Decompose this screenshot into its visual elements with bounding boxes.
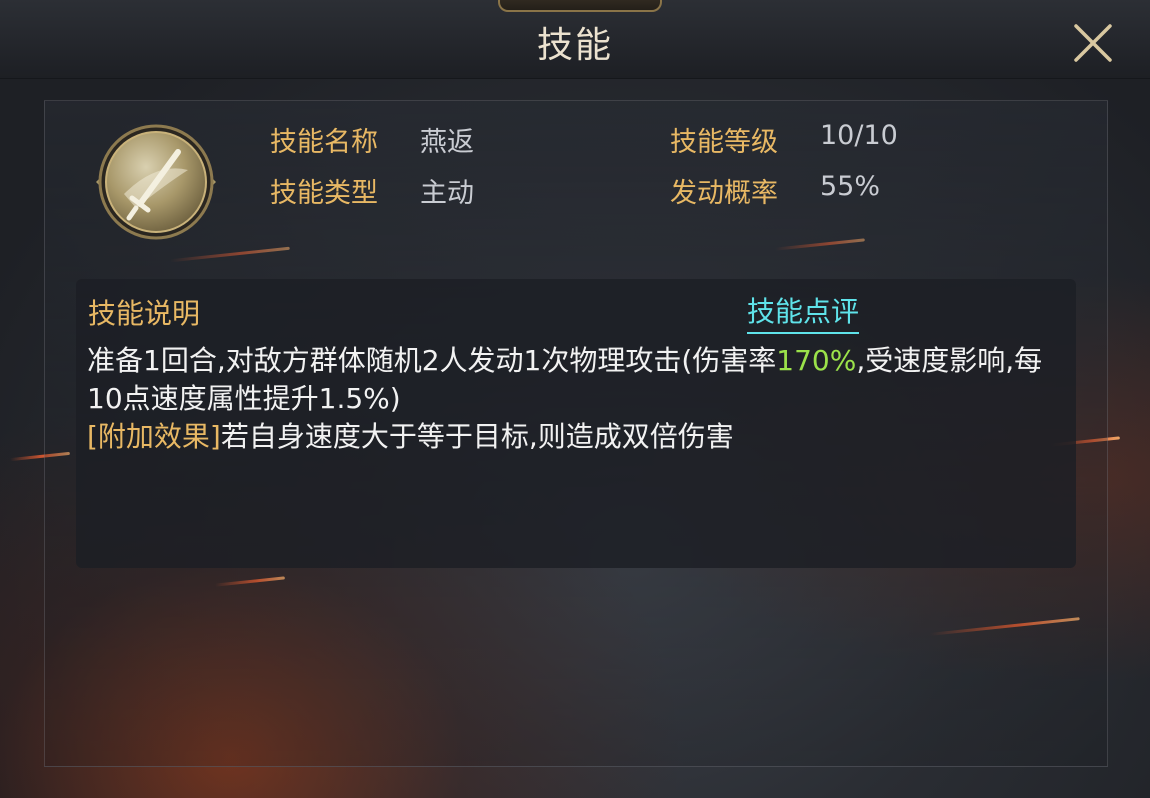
sword-icon: [96, 124, 216, 240]
skill-type-label: 技能类型: [270, 178, 378, 209]
skill-level-value: 10/10: [820, 120, 898, 151]
title-ornament: [498, 0, 662, 12]
skill-review-link[interactable]: 技能点评: [747, 290, 860, 334]
skill-description: 准备1回合,对敌方群体随机2人发动1次物理攻击(伤害率170%,受速度影响,每1…: [87, 342, 1047, 456]
skill-type-value: 主动: [420, 178, 474, 209]
skill-name-label: 技能名称: [270, 127, 378, 158]
page-title: 技能: [536, 25, 613, 66]
skill-name-value: 燕返: [420, 127, 474, 158]
skill-level-label: 技能等级: [670, 127, 778, 158]
description-text: 准备1回合,对敌方群体随机2人发动1次物理攻击(伤害率: [87, 344, 777, 377]
close-button[interactable]: [1068, 18, 1118, 68]
skill-emblem: [96, 122, 216, 242]
title-bar: 技能: [0, 0, 1150, 79]
extra-effect-text: 若自身速度大于等于目标,则造成双倍伤害: [220, 420, 734, 453]
trigger-probability-label: 发动概率: [670, 178, 778, 209]
damage-rate-value: 170%: [776, 344, 857, 377]
extra-effect-tag: [附加效果]: [87, 420, 221, 453]
trigger-probability-value: 55%: [820, 171, 881, 202]
close-icon: [1074, 24, 1112, 62]
description-title: 技能说明: [88, 297, 201, 330]
